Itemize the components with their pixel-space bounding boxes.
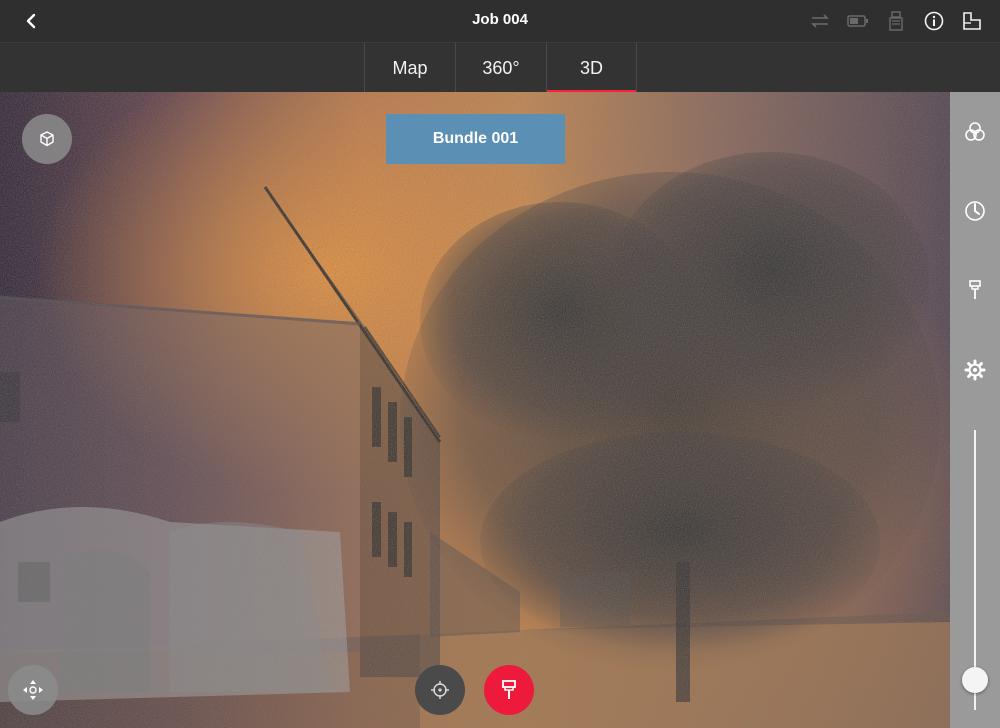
info-icon[interactable] — [922, 9, 946, 33]
back-button[interactable] — [16, 6, 46, 36]
bundle-banner[interactable]: Bundle 001 — [386, 114, 565, 164]
cube-view-button[interactable] — [22, 114, 72, 164]
pin-tool-button[interactable] — [960, 275, 990, 305]
slider-thumb[interactable] — [962, 667, 988, 694]
crosshair-button[interactable] — [415, 665, 465, 715]
tab-bar: Map 360° 3D — [0, 42, 1000, 93]
add-pin-button[interactable] — [484, 665, 534, 715]
pin-icon — [502, 680, 516, 699]
point-cloud-viewport[interactable]: Bundle 001 — [0, 92, 950, 728]
point-cloud-scene — [0, 92, 950, 728]
sync-icon[interactable] — [808, 9, 832, 33]
right-toolbar — [950, 92, 1000, 728]
layers-button[interactable] — [960, 117, 990, 147]
move-icon — [23, 680, 43, 700]
pin-icon — [969, 280, 981, 299]
compass-button[interactable] — [960, 196, 990, 226]
tab-map[interactable]: Map — [364, 43, 455, 93]
cube-view-icon — [40, 131, 54, 147]
chevron-left-icon — [26, 13, 36, 29]
tab-360[interactable]: 360° — [455, 43, 546, 93]
settings-icon — [964, 359, 986, 381]
battery-icon — [846, 9, 870, 33]
view-tabs: Map 360° 3D — [364, 43, 637, 93]
floorplan-icon[interactable] — [960, 9, 984, 33]
layers-icon — [965, 122, 985, 141]
crosshair-icon — [431, 681, 449, 699]
tab-3d[interactable]: 3D — [546, 43, 637, 93]
compass-icon — [965, 201, 985, 221]
status-icons — [808, 6, 984, 36]
top-bar: Job 004 — [0, 0, 1000, 42]
settings-button[interactable] — [960, 355, 990, 385]
device-icon — [884, 9, 908, 33]
move-button[interactable] — [8, 665, 58, 715]
